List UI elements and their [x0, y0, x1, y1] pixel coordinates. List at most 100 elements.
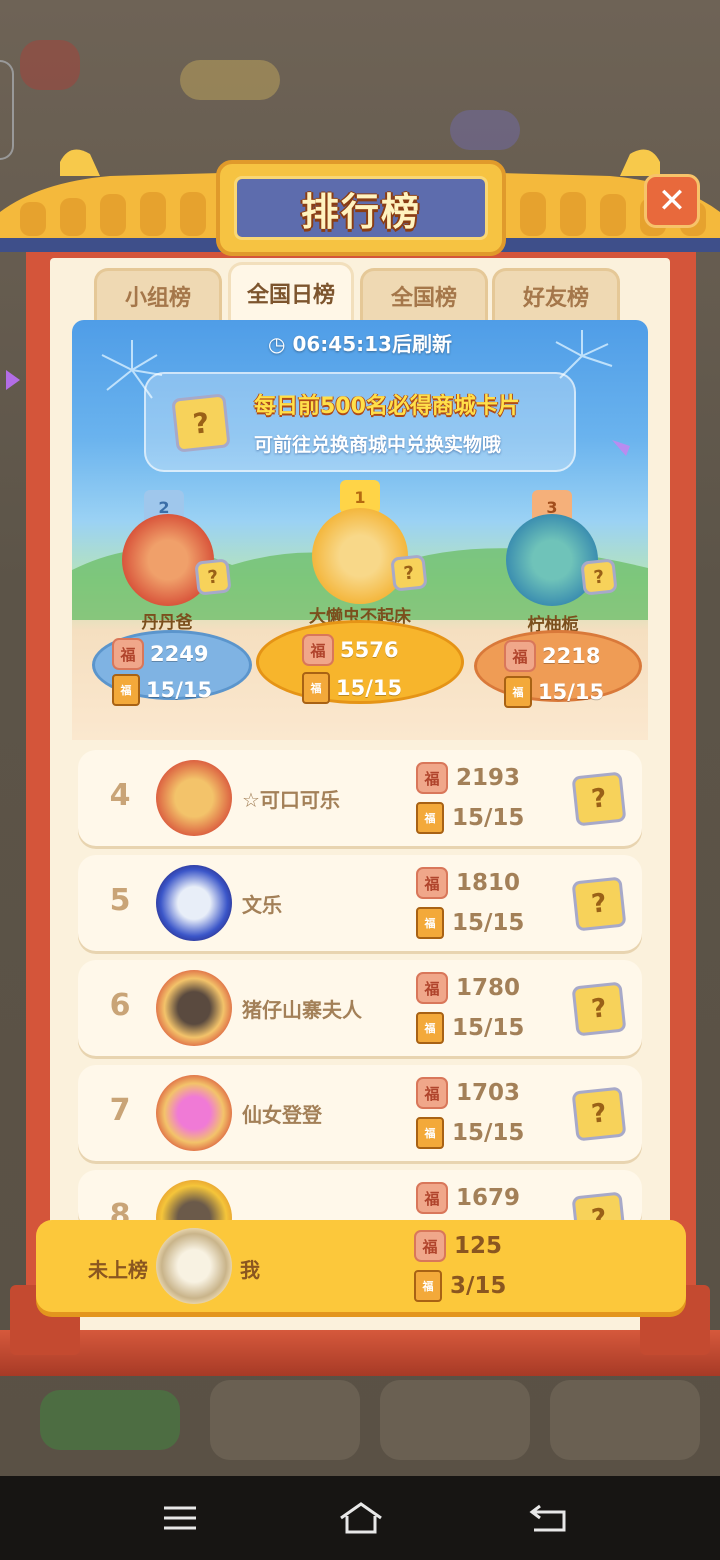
bg-decoration [180, 60, 280, 100]
score: 福 1810 [416, 867, 520, 899]
back-icon [529, 1504, 566, 1532]
title-plate-inner: 排行榜 [234, 176, 488, 240]
expand-arrow-icon[interactable] [6, 370, 20, 390]
bg-decoration [20, 40, 80, 90]
podium-progress: 福 15/15 [504, 676, 604, 708]
score: 福 125 [414, 1230, 502, 1262]
book-icon: 福 [416, 907, 444, 939]
avatar [156, 970, 232, 1046]
rank-number: 1 [354, 487, 366, 507]
list-item[interactable]: 4 ☆可口可乐 福 2193 福 15/15 ? [78, 750, 642, 846]
progress-value: 15/15 [452, 1015, 525, 1041]
progress-value: 15/15 [452, 805, 525, 831]
page-title: 排行榜 [300, 189, 421, 234]
podium-rank-3[interactable]: 3 ? 柠柚栀 福 2218 福 15/15 [470, 490, 646, 712]
score: 福 1703 [416, 1077, 520, 1109]
score: 福 1780 [416, 972, 520, 1004]
refresh-timer: ◷ 06:45:13后刷新 [72, 328, 648, 357]
my-rank-row[interactable]: 未上榜 我 福 125 福 3/15 [36, 1220, 686, 1312]
score-value: 1679 [456, 1185, 521, 1211]
coin-icon: 福 [416, 972, 448, 1004]
progress: 福 15/15 [416, 802, 524, 834]
score: 福 2193 [416, 762, 520, 794]
rank-number: 7 [109, 1093, 131, 1128]
tab-label: 小组榜 [124, 285, 191, 311]
progress-value: 15/15 [452, 910, 525, 936]
coin-icon: 福 [112, 638, 144, 670]
player-name: 仙女登登 [242, 1103, 322, 1127]
bg-decoration [40, 1390, 180, 1450]
rank-number: 4 [109, 778, 131, 813]
progress: 福 15/15 [416, 1012, 524, 1044]
promo-banner: ? 每日前500名必得商城卡片 可前往兑换商城中兑换实物哦 [144, 372, 576, 472]
tab-label: 全国日榜 [246, 282, 335, 308]
book-icon: 福 [416, 802, 444, 834]
player-name: 我 [240, 1258, 260, 1282]
podium-score: 福 2249 [112, 638, 208, 670]
home-icon [340, 1502, 382, 1534]
top-three-area: ◷ 06:45:13后刷新 ? 每日前500名必得商城卡片 可前往兑换商城中兑换… [72, 320, 648, 740]
home-button[interactable] [338, 1498, 384, 1538]
bg-decoration [210, 1380, 360, 1460]
rank-number: 6 [109, 988, 131, 1023]
coin-icon: 福 [504, 640, 536, 672]
mystery-card-icon: ? [171, 393, 231, 453]
tab-friends[interactable]: 好友榜 [492, 268, 620, 320]
bg-decoration [380, 1380, 530, 1460]
list-item[interactable]: 6 猪仔山寨夫人 福 1780 福 15/15 ? [78, 960, 642, 1056]
score-value: 1810 [456, 870, 521, 896]
mystery-card-icon[interactable]: ? [571, 876, 627, 932]
mystery-card-icon: ? [580, 558, 618, 596]
mystery-card-icon[interactable]: ? [571, 771, 627, 827]
tab-label: 好友榜 [522, 285, 589, 311]
podium-rank-2[interactable]: 2 ? 丹丹爸 福 2249 福 15/15 [82, 490, 252, 710]
refresh-timer-text: 06:45:13后刷新 [292, 332, 452, 356]
mystery-card-icon[interactable]: ? [571, 981, 627, 1037]
score-value: 2218 [542, 644, 601, 668]
player-name: 猪仔山寨夫人 [242, 998, 362, 1022]
tab-label: 全国榜 [390, 285, 457, 311]
avatar [156, 1075, 232, 1151]
rank-status: 未上榜 [88, 1258, 148, 1282]
score-value: 2193 [456, 765, 521, 791]
bg-decoration [550, 1380, 700, 1460]
progress-value: 3/15 [450, 1273, 507, 1299]
score: 福 1679 [416, 1182, 520, 1214]
close-button[interactable]: ✕ [644, 174, 700, 228]
book-icon: 福 [504, 676, 532, 708]
avatar [156, 865, 232, 941]
promo-subtitle: 可前往兑换商城中兑换实物哦 [254, 434, 502, 456]
avatar [156, 1228, 232, 1304]
list-item[interactable]: 7 仙女登登 福 1703 福 15/15 ? [78, 1065, 642, 1161]
avatar [156, 760, 232, 836]
avatar [312, 508, 408, 604]
progress-value: 15/15 [452, 1120, 525, 1146]
progress-value: 15/15 [146, 678, 213, 702]
score-value: 1703 [456, 1080, 521, 1106]
book-icon: 福 [414, 1270, 442, 1302]
back-button[interactable] [528, 1498, 568, 1538]
progress-value: 15/15 [336, 676, 403, 700]
book-icon: 福 [416, 1117, 444, 1149]
tab-national-daily[interactable]: 全国日榜 [228, 262, 354, 320]
mystery-card-icon: ? [390, 554, 428, 592]
title-plate: 排行榜 [216, 160, 506, 256]
coin-icon: 福 [416, 762, 448, 794]
coin-icon: 福 [416, 1182, 448, 1214]
progress-value: 15/15 [538, 680, 605, 704]
podium-rank-1[interactable]: 1 ? 大懒虫不起床 福 5576 福 15/15 [252, 480, 468, 712]
score-value: 2249 [150, 642, 209, 666]
tab-national[interactable]: 全国榜 [360, 268, 488, 320]
score-value: 125 [454, 1233, 503, 1259]
mystery-card-icon[interactable]: ? [571, 1086, 627, 1142]
tab-group[interactable]: 小组榜 [94, 268, 222, 320]
menu-button[interactable] [160, 1498, 200, 1538]
list-item[interactable]: 5 文乐 福 1810 福 15/15 ? [78, 855, 642, 951]
progress: 福 15/15 [416, 1117, 524, 1149]
close-icon: ✕ [657, 181, 687, 221]
coin-icon: 福 [414, 1230, 446, 1262]
book-icon: 福 [416, 1012, 444, 1044]
progress: 福 3/15 [414, 1270, 506, 1302]
podium-progress: 福 15/15 [112, 674, 212, 706]
podium-score: 福 2218 [504, 640, 600, 672]
